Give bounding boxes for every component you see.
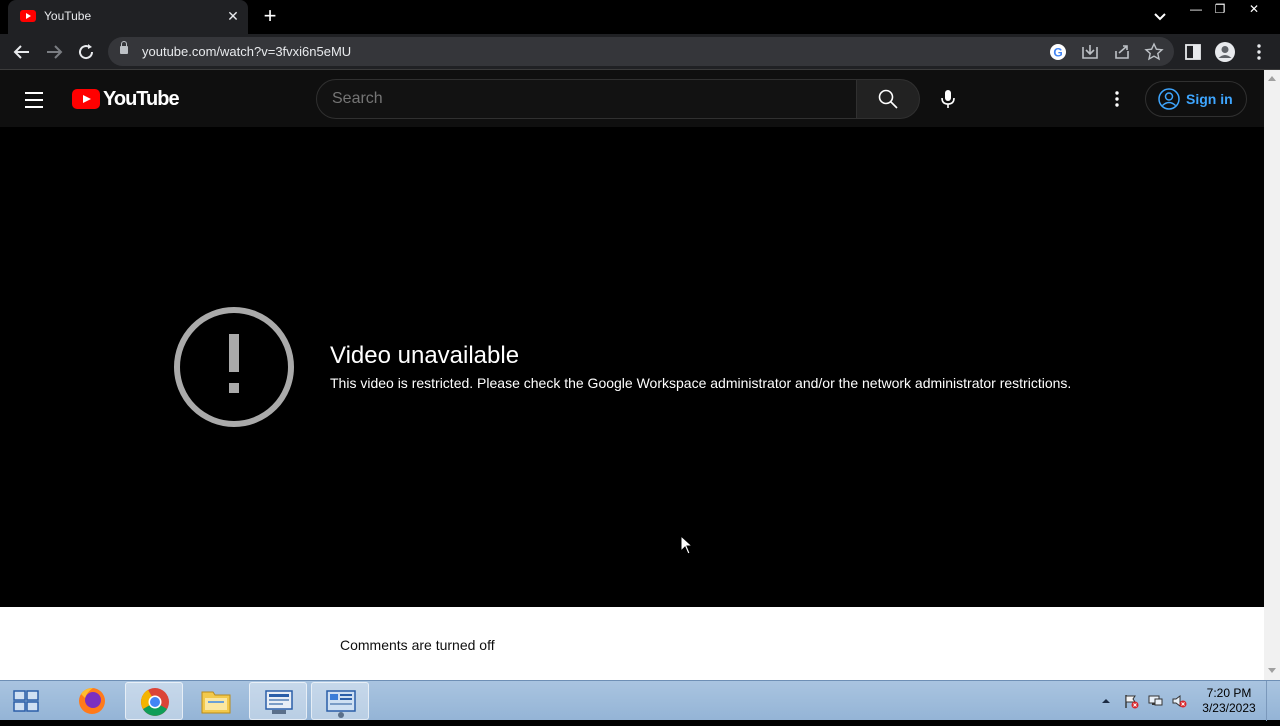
clock-date: 3/23/2023 bbox=[1202, 701, 1256, 715]
firefox-icon bbox=[79, 688, 105, 714]
google-lens-icon[interactable]: G bbox=[1048, 42, 1068, 62]
guide-menu-icon[interactable] bbox=[24, 88, 48, 108]
taskbar-network-tool[interactable] bbox=[249, 682, 307, 720]
browser-menu-icon[interactable] bbox=[1248, 41, 1270, 63]
browser-toolbar: youtube.com/watch?v=3fvxi6n5eMU G bbox=[0, 34, 1280, 70]
url-text[interactable]: youtube.com/watch?v=3fvxi6n5eMU bbox=[142, 44, 351, 59]
microphone-icon bbox=[941, 90, 955, 108]
browser-tab-youtube[interactable]: YouTube ✕ bbox=[8, 0, 248, 34]
voice-search-button[interactable] bbox=[928, 79, 968, 119]
scroll-up-arrow-icon[interactable] bbox=[1268, 76, 1276, 81]
show-hidden-icons-chevron-icon[interactable] bbox=[1098, 693, 1114, 709]
address-bar[interactable]: youtube.com/watch?v=3fvxi6n5eMU G bbox=[108, 37, 1174, 66]
youtube-favicon-icon bbox=[20, 10, 36, 22]
browser-tab-strip: YouTube ✕ + — ❐ ✕ bbox=[0, 0, 1280, 34]
control-panel-icon bbox=[326, 690, 356, 718]
comments-status: Comments are turned off bbox=[340, 637, 495, 653]
page-scrollbar[interactable] bbox=[1264, 70, 1280, 680]
sign-in-label: Sign in bbox=[1186, 91, 1233, 107]
search-button[interactable] bbox=[856, 79, 920, 119]
tab-search-chevron-icon[interactable] bbox=[1150, 8, 1170, 26]
share-icon[interactable] bbox=[1112, 42, 1132, 62]
volume-muted-icon[interactable] bbox=[1171, 693, 1187, 709]
install-app-icon[interactable] bbox=[1080, 42, 1100, 62]
error-title: Video unavailable bbox=[330, 342, 520, 369]
tab-title: YouTube bbox=[44, 9, 92, 23]
network-tool-icon bbox=[265, 690, 293, 714]
youtube-logo-text: YouTube bbox=[103, 87, 180, 110]
bookmark-star-icon[interactable] bbox=[1144, 42, 1164, 62]
taskbar-file-explorer[interactable] bbox=[187, 682, 245, 720]
search-box[interactable] bbox=[316, 79, 857, 119]
system-clock[interactable]: 7:20 PM 3/23/2023 bbox=[1196, 686, 1262, 716]
sign-in-button[interactable]: Sign in bbox=[1145, 81, 1247, 117]
new-tab-button[interactable]: + bbox=[258, 5, 282, 29]
network-status-icon[interactable] bbox=[1147, 693, 1163, 709]
youtube-logo[interactable]: YouTube bbox=[72, 87, 180, 110]
minimize-button[interactable]: — bbox=[1186, 2, 1206, 18]
youtube-play-logo-icon bbox=[72, 89, 100, 109]
below-player-section: Comments are turned off bbox=[0, 607, 1264, 680]
svg-text:G: G bbox=[1053, 46, 1062, 60]
reload-icon[interactable] bbox=[74, 40, 98, 64]
clock-time: 7:20 PM bbox=[1206, 686, 1252, 700]
profile-avatar-icon[interactable] bbox=[1214, 41, 1236, 63]
file-explorer-icon bbox=[201, 691, 231, 714]
error-message: This video is restricted. Please check t… bbox=[330, 375, 1072, 391]
show-desktop-button[interactable] bbox=[1266, 681, 1280, 721]
chrome-icon bbox=[141, 688, 169, 716]
start-windows-icon[interactable] bbox=[0, 681, 52, 721]
side-panel-icon[interactable] bbox=[1182, 41, 1204, 63]
windows-taskbar: 7:20 PM 3/23/2023 bbox=[0, 680, 1280, 721]
close-window-button[interactable]: ✕ bbox=[1244, 2, 1264, 18]
back-arrow-icon[interactable] bbox=[10, 40, 34, 64]
forward-arrow-icon[interactable] bbox=[42, 40, 66, 64]
video-player[interactable]: Video unavailable This video is restrict… bbox=[0, 127, 1264, 607]
search-icon bbox=[878, 89, 898, 109]
lock-icon[interactable] bbox=[120, 41, 128, 54]
scroll-down-arrow-icon[interactable] bbox=[1268, 668, 1276, 673]
mouse-cursor-icon bbox=[680, 535, 694, 555]
action-center-flag-icon[interactable] bbox=[1123, 693, 1139, 709]
tab-close-icon[interactable]: ✕ bbox=[224, 7, 242, 25]
taskbar-firefox[interactable] bbox=[63, 682, 121, 720]
taskbar-chrome[interactable] bbox=[125, 682, 183, 720]
error-exclamation-icon bbox=[174, 307, 294, 427]
search-input[interactable] bbox=[332, 90, 832, 108]
account-circle-icon bbox=[1158, 88, 1180, 110]
settings-more-icon[interactable] bbox=[1105, 87, 1129, 111]
taskbar-control-panel[interactable] bbox=[311, 682, 369, 720]
restore-button[interactable]: ❐ bbox=[1210, 2, 1230, 18]
youtube-masthead: YouTube Sign in bbox=[0, 70, 1264, 127]
